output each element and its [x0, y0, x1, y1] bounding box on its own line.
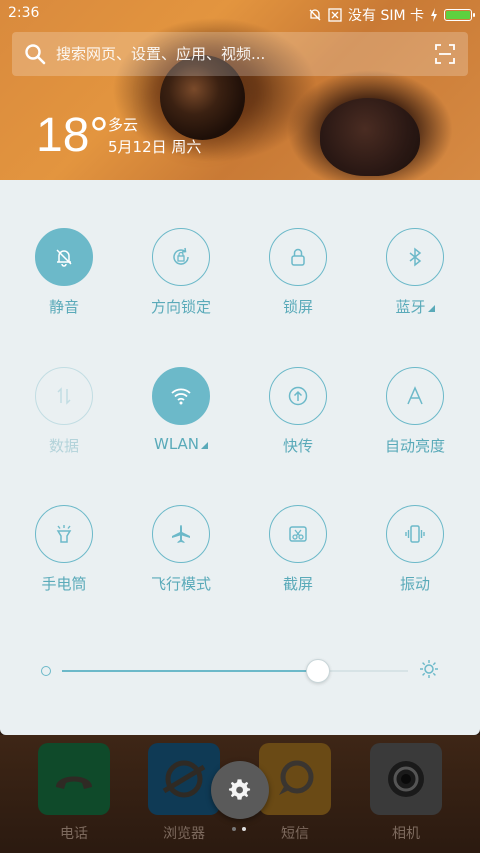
page-indicator	[232, 827, 246, 831]
flashlight-icon	[56, 525, 72, 543]
quick-settings-panel: 静音 方向锁定 锁屏 蓝牙 数据 WLAN 快传 自动亮度 手电筒 飞行模式 截…	[0, 180, 480, 735]
brightness-slider[interactable]	[62, 659, 408, 683]
toggle-wlan[interactable]: WLAN	[131, 367, 231, 453]
message-icon	[279, 760, 314, 795]
toggle-rotation-lock[interactable]: 方向锁定	[131, 228, 231, 317]
toggle-screenshot[interactable]: 截屏	[248, 505, 348, 594]
dock-app-phone-label: 电话	[60, 826, 88, 842]
toggle-quick-transfer-button[interactable]	[269, 367, 327, 425]
dock-app-browser[interactable]	[148, 743, 220, 815]
toggle-data[interactable]: 数据	[14, 367, 114, 456]
toggle-screenshot-label: 截屏	[282, 575, 313, 593]
search-input[interactable]	[56, 45, 416, 63]
toggle-auto-brightness-button[interactable]	[386, 367, 444, 425]
toggle-vibrate-label: 振动	[399, 575, 430, 593]
toggle-vibrate-button[interactable]	[386, 505, 444, 563]
wallpaper-dog-nose	[320, 98, 420, 176]
toggle-flashlight[interactable]: 手电筒	[14, 505, 114, 594]
mute-icon	[309, 9, 321, 21]
bell-mute-icon	[56, 249, 72, 267]
carrier-text: 没有 SIM 卡	[348, 8, 424, 24]
brightness-slider-thumb[interactable]	[306, 659, 331, 683]
weather-condition: 多云	[108, 116, 139, 134]
toggle-bluetooth-text: 蓝牙	[395, 298, 426, 316]
toggle-airplane-label: 飞行模式	[150, 575, 211, 593]
dock-app-camera-label: 相机	[392, 826, 420, 842]
weather-temperature: 18°	[36, 109, 109, 162]
page-dot	[232, 827, 236, 831]
gear-icon	[228, 779, 251, 800]
toggle-lock-screen[interactable]: 锁屏	[248, 228, 348, 317]
brightness-high-icon	[420, 660, 438, 678]
auto-brightness-icon	[407, 386, 423, 405]
toggle-vibrate[interactable]: 振动	[365, 505, 465, 594]
transfer-icon	[288, 386, 308, 406]
toggle-lock-screen-label: 锁屏	[282, 298, 313, 316]
battery-icon	[444, 9, 475, 21]
lock-icon	[291, 248, 305, 266]
vibrate-icon	[405, 525, 425, 543]
search-bar[interactable]	[12, 32, 468, 76]
toggle-data-label: 数据	[48, 437, 79, 455]
toggle-auto-brightness[interactable]: 自动亮度	[365, 367, 465, 456]
toggle-quick-transfer[interactable]: 快传	[248, 367, 348, 456]
search-icon	[25, 44, 46, 65]
weather-info: 多云 5月12日 周六	[108, 114, 201, 158]
toggle-auto-brightness-label: 自动亮度	[384, 437, 445, 455]
toggle-rotation-lock-button[interactable]	[152, 228, 210, 286]
scan-icon[interactable]	[434, 43, 456, 65]
status-bar: 2:36 没有 SIM 卡	[0, 0, 480, 28]
toggle-flashlight-label: 手电筒	[41, 575, 87, 593]
weather-date: 5月12日 周六	[108, 138, 202, 156]
more-indicator-icon	[201, 442, 208, 449]
toggle-mute[interactable]: 静音	[14, 228, 114, 317]
bluetooth-icon	[409, 247, 422, 267]
camera-icon	[388, 761, 424, 797]
phone-icon	[56, 776, 92, 789]
toggle-airplane[interactable]: 飞行模式	[131, 505, 231, 594]
dock-app-messages-label: 短信	[281, 826, 309, 842]
toggle-quick-transfer-label: 快传	[282, 437, 313, 455]
toggle-lock-screen-button[interactable]	[269, 228, 327, 286]
toggle-mute-label: 静音	[48, 298, 79, 316]
toggle-wlan-button[interactable]	[152, 367, 210, 425]
settings-button[interactable]	[211, 761, 269, 819]
charging-icon	[431, 8, 437, 22]
toggle-mute-button[interactable]	[35, 228, 93, 286]
dock-app-messages[interactable]	[259, 743, 331, 815]
dock-app-camera[interactable]	[370, 743, 442, 815]
browser-icon	[162, 760, 206, 798]
more-indicator-icon	[427, 305, 435, 312]
wifi-icon	[171, 388, 191, 405]
toggle-data-button[interactable]	[35, 367, 93, 425]
status-time: 2:36	[8, 5, 40, 21]
page-dot-active	[242, 827, 246, 831]
brightness-low-icon	[41, 666, 51, 676]
toggle-airplane-button[interactable]	[152, 505, 210, 563]
brightness-slider-fill	[62, 670, 319, 672]
dock-app-browser-label: 浏览器	[163, 826, 205, 842]
rotation-lock-icon	[173, 247, 189, 265]
status-icons: 没有 SIM 卡	[308, 5, 475, 25]
toggle-wlan-text: WLAN	[153, 435, 199, 453]
toggle-bluetooth[interactable]: 蓝牙	[365, 228, 465, 317]
dock-app-phone[interactable]	[38, 743, 110, 815]
toggle-bluetooth-label: 蓝牙	[365, 296, 465, 317]
toggle-rotation-lock-label: 方向锁定	[150, 298, 211, 316]
toggle-wlan-label: WLAN	[131, 435, 231, 453]
close-box-icon	[328, 8, 342, 22]
screenshot-icon	[289, 526, 307, 542]
toggle-screenshot-button[interactable]	[269, 505, 327, 563]
toggle-bluetooth-button[interactable]	[386, 228, 444, 286]
toggle-flashlight-button[interactable]	[35, 505, 93, 563]
data-icon	[57, 387, 71, 405]
airplane-icon	[172, 525, 190, 543]
